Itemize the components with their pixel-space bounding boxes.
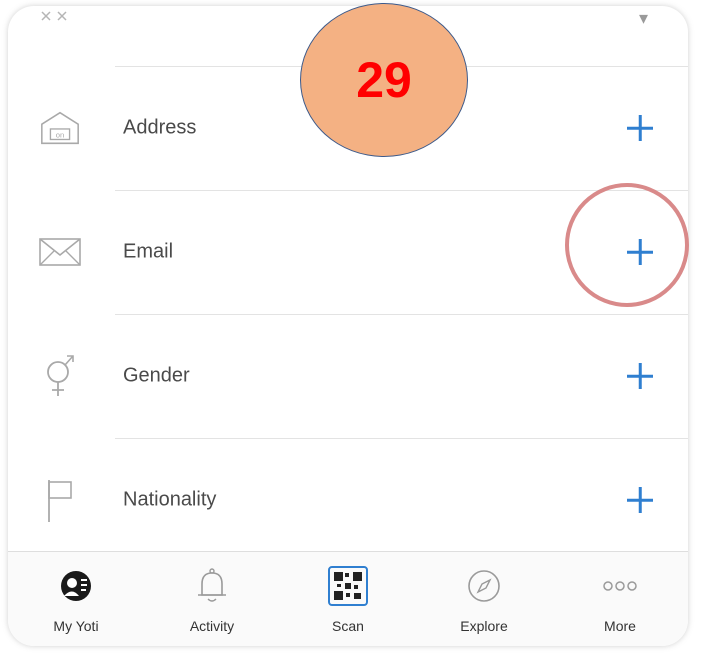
qr-code-icon [328,566,368,606]
divider [115,314,688,315]
house-icon: on [38,106,82,150]
row-label-gender: Gender [123,364,190,387]
tab-activity[interactable]: Activity [152,552,272,634]
svg-text:on: on [56,131,65,140]
tab-scan[interactable]: Scan [288,552,408,634]
ellipsis-icon [600,566,640,606]
row-label-address: Address [123,116,197,139]
envelope-icon [38,230,82,274]
partial-row-icon [38,10,78,33]
chevron-down-icon[interactable]: ▾ [639,8,648,29]
attribute-row-email[interactable]: Email [8,190,688,314]
tab-explore[interactable]: Explore [424,552,544,634]
tab-my-yoti[interactable]: My Yoti [16,552,136,634]
row-label-email: Email [123,240,174,263]
divider [115,190,688,191]
gender-icon [38,354,82,398]
bell-icon [192,566,232,606]
tab-label: More [604,618,636,634]
divider [115,438,688,439]
tab-more[interactable]: More [560,552,680,634]
tab-label: My Yoti [53,618,99,634]
tab-label: Explore [460,618,508,634]
add-email-button[interactable] [622,234,658,270]
add-gender-button[interactable] [622,358,658,394]
step-number-badge: 29 [300,3,468,157]
bottom-tab-bar: My Yoti Activity Scan Explore More [8,551,688,646]
flag-icon [38,478,82,522]
row-label-nationality: Nationality [123,488,217,511]
tab-label: Activity [189,618,235,634]
attribute-row-gender[interactable]: Gender [8,314,688,438]
profile-icon [56,566,96,606]
compass-icon [464,566,504,606]
add-address-button[interactable] [622,110,658,146]
add-nationality-button[interactable] [622,482,658,518]
tab-label: Scan [332,618,364,634]
attribute-row-nationality[interactable]: Nationality [8,438,688,562]
